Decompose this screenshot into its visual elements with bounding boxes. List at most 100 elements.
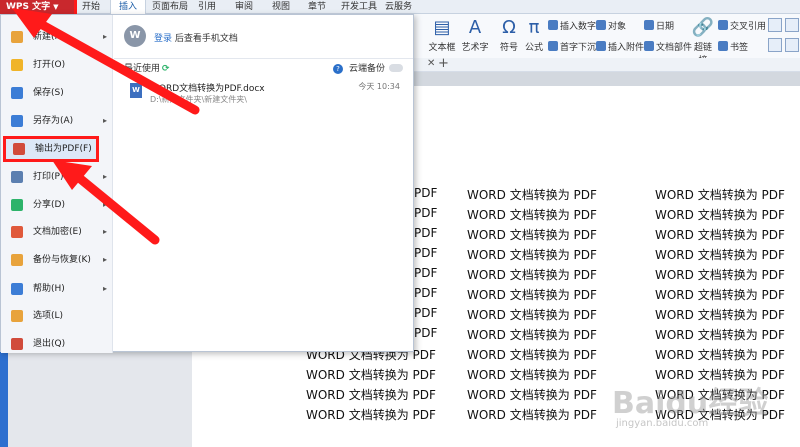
formula-button[interactable]: π 公式 [523, 18, 545, 54]
document-line: WORD 文档转换为 PDF [655, 408, 785, 422]
file-menu-item-label: 备份与恢复(K) [33, 255, 91, 265]
file-menu-item[interactable]: 新建(N) ▸ [1, 24, 113, 50]
file-menu-item-label: 打印(P) [33, 172, 64, 182]
pdf-icon [13, 143, 25, 155]
dropcap-button[interactable]: 首字下沉 [548, 40, 596, 53]
document-line: WORD 文档转换为 PDF [655, 288, 785, 302]
cloud-backup-label: 云端备份 [348, 64, 385, 74]
recent-file-item[interactable]: W WORD文档转换为PDF.docx D:\新建文件夹\新建文件夹\ 今天 1… [130, 81, 400, 109]
style-icon-1[interactable] [768, 18, 782, 32]
file-menu-item[interactable]: 分享(D) ▸ [1, 192, 113, 218]
chevron-down-icon: ▼ [53, 3, 59, 11]
document-line: WORD 文档转换为 PDF [467, 248, 597, 262]
file-menu-item[interactable]: 选项(L) [1, 303, 113, 329]
docparts-button[interactable]: 文档部件 [644, 40, 692, 53]
file-menu-item[interactable]: 文档加密(E) ▸ [1, 219, 113, 245]
tab-references[interactable]: 引用 [198, 0, 216, 14]
file-menu-item-label: 输出为PDF(F) [35, 144, 92, 154]
file-menu-item[interactable]: 另存为(A) ▸ [1, 108, 113, 134]
style-icon-2[interactable] [785, 18, 799, 32]
tab-view[interactable]: 视图 [272, 0, 290, 14]
document-line-fragment: PDF [414, 226, 438, 240]
file-menu-item-label: 选项(L) [33, 311, 64, 321]
file-menu-item[interactable]: 帮助(H) ▸ [1, 276, 113, 302]
file-menu-dropdown: 新建(N) ▸ 打开(O) 保存(S) 另存为(A) ▸ 输出为PDF(F) 打印(P) ▸ 分享… [0, 14, 414, 353]
object-label: 对象 [608, 22, 627, 32]
document-line-fragment: PDF [414, 286, 438, 300]
help-icon[interactable]: ? [332, 64, 343, 74]
exit-icon [11, 338, 23, 350]
insert-number-label: 插入数字 [560, 22, 597, 32]
bookmark-button[interactable]: 书签 [718, 40, 748, 53]
crossref-icon [718, 20, 728, 30]
attachment-label: 插入附件 [608, 43, 645, 53]
file-menu-item[interactable]: 备份与恢复(K) ▸ [1, 247, 113, 273]
file-menu-item[interactable]: 打开(O) [1, 52, 113, 78]
menu-tab-bar: WPS 文字 ▼ 开始 插入 页面布局 引用 审阅 视图 章节 开发工具 云服务 [0, 0, 800, 17]
login-link[interactable]: 登录 [154, 34, 172, 44]
new-doc-icon [11, 31, 23, 43]
document-line: WORD 文档转换为 PDF [467, 208, 597, 222]
file-menu-item-label: 打开(O) [33, 60, 66, 70]
document-line-fragment: PDF [414, 246, 438, 260]
ruler-band [414, 72, 800, 86]
wps-cloud-logo-icon: W [124, 25, 146, 47]
folder-icon [11, 59, 23, 71]
word-doc-icon: W [130, 83, 142, 98]
document-line: WORD 文档转换为 PDF [306, 368, 436, 382]
attachment-button[interactable]: 插入附件 [596, 40, 644, 53]
new-tab-icon[interactable]: + [438, 56, 449, 71]
tab-insert[interactable]: 插入 [110, 0, 147, 14]
file-menu-item[interactable]: 保存(S) [1, 80, 113, 106]
cloud-backup-toggle[interactable] [389, 64, 403, 72]
chevron-right-icon: ▸ [102, 255, 107, 264]
style-icon-4[interactable] [785, 38, 799, 52]
file-menu-item[interactable]: 退出(Q) [1, 331, 113, 357]
tab-page-layout[interactable]: 页面布局 [152, 0, 188, 14]
document-line: WORD 文档转换为 PDF [467, 408, 597, 422]
document-line: WORD 文档转换为 PDF [467, 288, 597, 302]
insert-number-button[interactable]: 插入数字 [548, 19, 596, 32]
date-button[interactable]: 日期 [644, 19, 674, 32]
file-menu-list: 新建(N) ▸ 打开(O) 保存(S) 另存为(A) ▸ 输出为PDF(F) 打印(P) ▸ 分享… [1, 15, 113, 353]
document-line-fragment: PDF [414, 306, 438, 320]
document-line: WORD 文档转换为 PDF [467, 388, 597, 402]
file-menu-item[interactable]: 输出为PDF(F) [3, 136, 99, 162]
tab-chapter[interactable]: 章节 [308, 0, 326, 14]
textbox-button[interactable]: ▤ 文本框 [428, 17, 456, 54]
document-line: WORD 文档转换为 PDF [655, 188, 785, 202]
tab-start[interactable]: 开始 [82, 0, 100, 14]
link-icon: 🔗 [691, 17, 715, 38]
close-tab-icon[interactable]: ✕ [427, 58, 435, 69]
document-line: WORD 文档转换为 PDF [655, 368, 785, 382]
style-icon-3[interactable] [768, 38, 782, 52]
recent-header: 最近使用 ⟳ ? 云端备份 [114, 58, 413, 74]
crossref-button[interactable]: 交叉引用 [718, 19, 766, 32]
document-line: WORD 文档转换为 PDF [655, 228, 785, 242]
wps-logo-label: WPS 文字 [6, 2, 51, 12]
document-line: WORD 文档转换为 PDF [467, 368, 597, 382]
tab-review[interactable]: 审阅 [235, 0, 253, 14]
tab-cloud-service[interactable]: 云服务 [385, 0, 412, 14]
crossref-label: 交叉引用 [730, 22, 767, 32]
file-menu-item-label: 新建(N) [33, 32, 65, 42]
symbol-button[interactable]: Ω 符号 [497, 18, 521, 54]
docparts-label: 文档部件 [656, 43, 693, 53]
chevron-right-icon: ▸ [102, 284, 107, 293]
dropcap-label: 首字下沉 [560, 43, 597, 53]
wps-app-menu-button[interactable]: WPS 文字 ▼ [0, 0, 77, 17]
print-icon [11, 171, 23, 183]
tab-developer[interactable]: 开发工具 [341, 0, 377, 14]
document-line: WORD 文档转换为 PDF [655, 208, 785, 222]
wordart-icon: A [468, 17, 482, 38]
refresh-icon[interactable]: ⟳ [162, 64, 170, 74]
object-button[interactable]: 对象 [596, 19, 626, 32]
wordart-label: 艺术字 [461, 43, 489, 53]
recent-file-name: WORD文档转换为PDF.docx [150, 84, 265, 94]
textbox-icon: ▤ [433, 17, 451, 38]
wordart-button[interactable]: A 艺术字 [458, 17, 492, 54]
help-icon [11, 283, 23, 295]
file-menu-item[interactable]: 打印(P) ▸ [1, 164, 113, 190]
file-menu-item-label: 分享(D) [33, 200, 65, 210]
gear-icon [11, 310, 23, 322]
